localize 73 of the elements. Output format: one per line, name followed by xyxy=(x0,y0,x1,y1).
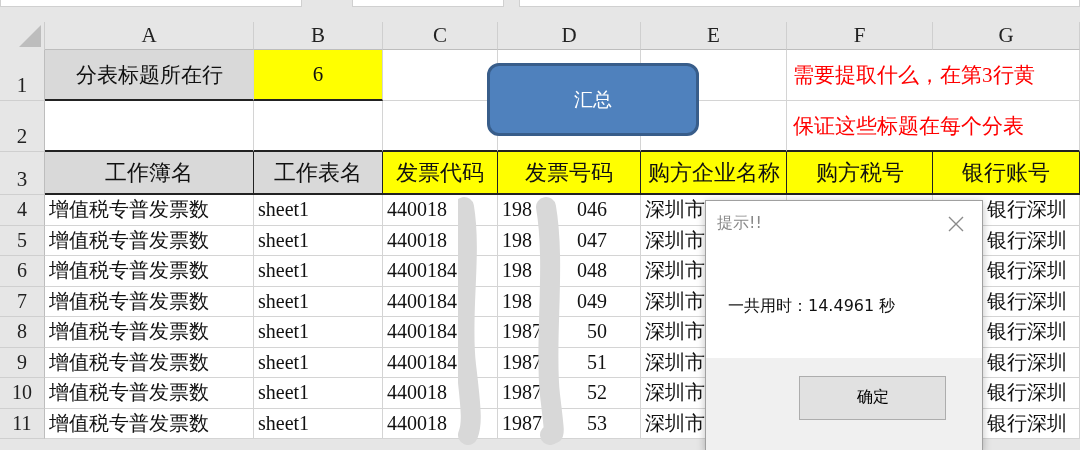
row-header[interactable]: 4 xyxy=(0,195,45,226)
column-header[interactable]: C xyxy=(383,22,498,50)
column-header[interactable]: A xyxy=(45,22,254,50)
row-header[interactable]: 10 xyxy=(0,378,45,409)
table-cell: sheet1 xyxy=(254,286,383,317)
table-cell: 4400184 xyxy=(383,347,498,378)
invoice-number-start: 1987 xyxy=(502,411,542,435)
invoice-number-end: 51 xyxy=(587,350,607,374)
column-header[interactable]: F xyxy=(787,22,933,50)
invoice-number-end: 046 xyxy=(577,198,607,222)
table-cell: 增值税专普发票数 xyxy=(45,256,254,287)
invoice-number-start: 198 xyxy=(502,289,532,313)
ok-button[interactable]: 确定 xyxy=(799,375,946,420)
invoice-number-end: 52 xyxy=(587,381,607,405)
table-cell: 4400184 xyxy=(383,256,498,287)
column-title-cell: 工作表名 xyxy=(254,152,383,195)
column-title-cell: 购方税号 xyxy=(787,152,933,195)
table-cell: 6 xyxy=(254,50,383,101)
table-cell: sheet1 xyxy=(254,195,383,226)
summary-button[interactable]: 汇总 xyxy=(487,63,699,136)
table-cell: sheet1 xyxy=(254,256,383,287)
table-cell: 增值税专普发票数 xyxy=(45,378,254,409)
row-header[interactable]: 1 xyxy=(0,50,45,101)
column-title-cell: 银行账号 xyxy=(933,152,1080,195)
table-cell: 增值税专普发票数 xyxy=(45,347,254,378)
close-icon[interactable] xyxy=(948,215,964,232)
table-cell: sheet1 xyxy=(254,347,383,378)
column-title-cell: 工作簿名 xyxy=(45,152,254,195)
table-cell: 增值税专普发票数 xyxy=(45,408,254,439)
column-header[interactable]: B xyxy=(254,22,383,50)
invoice-number-start: 1987 xyxy=(502,320,542,344)
row-header[interactable]: 11 xyxy=(0,408,45,439)
invoice-number-end: 53 xyxy=(587,411,607,435)
table-cell: 440018 xyxy=(383,225,498,256)
invoice-number-start: 1987 xyxy=(502,381,542,405)
table-cell: 增值税专普发票数 xyxy=(45,286,254,317)
table-cell: 440018 xyxy=(383,378,498,409)
row-header[interactable]: 2 xyxy=(0,101,45,152)
table-cell: 4400184 xyxy=(383,286,498,317)
column-title-cell: 发票代码 xyxy=(383,152,498,195)
column-header[interactable]: E xyxy=(641,22,787,50)
table-cell: 增值税专普发票数 xyxy=(45,225,254,256)
row-header[interactable]: 5 xyxy=(0,225,45,256)
select-all-icon[interactable] xyxy=(19,25,41,47)
table-cell: sheet1 xyxy=(254,378,383,409)
table-cell: sheet1 xyxy=(254,408,383,439)
invoice-number-start: 198 xyxy=(502,259,532,283)
table-cell: 分表标题所在行 xyxy=(45,50,254,101)
table-cell: 440018 xyxy=(383,408,498,439)
invoice-number-start: 198 xyxy=(502,228,532,252)
column-header[interactable]: D xyxy=(498,22,641,50)
invoice-number-end: 047 xyxy=(577,228,607,252)
table-cell: 4400184 xyxy=(383,317,498,348)
note-text: 需要提取什么，在第3行黄 xyxy=(792,62,1035,89)
table-cell: 增值税专普发票数 xyxy=(45,195,254,226)
column-title-cell: 购方企业名称 xyxy=(641,152,787,195)
invoice-number-start: 198 xyxy=(502,198,532,222)
row-header[interactable]: 6 xyxy=(0,256,45,287)
invoice-number-end: 049 xyxy=(577,289,607,313)
row-header[interactable]: 8 xyxy=(0,317,45,348)
invoice-number-end: 50 xyxy=(587,320,607,344)
column-header[interactable]: G xyxy=(933,22,1080,50)
column-title-cell: 发票号码 xyxy=(498,152,641,195)
note-text: 保证这些标题在每个分表 xyxy=(792,112,1024,140)
invoice-number-start: 1987 xyxy=(502,350,542,374)
table-cell: sheet1 xyxy=(254,225,383,256)
table-cell: 增值税专普发票数 xyxy=(45,317,254,348)
invoice-number-end: 048 xyxy=(577,259,607,283)
table-cell: 440018 xyxy=(383,195,498,226)
table-cell: sheet1 xyxy=(254,317,383,348)
row-header[interactable]: 9 xyxy=(0,347,45,378)
row-header[interactable]: 7 xyxy=(0,286,45,317)
row-header[interactable]: 3 xyxy=(0,152,45,195)
